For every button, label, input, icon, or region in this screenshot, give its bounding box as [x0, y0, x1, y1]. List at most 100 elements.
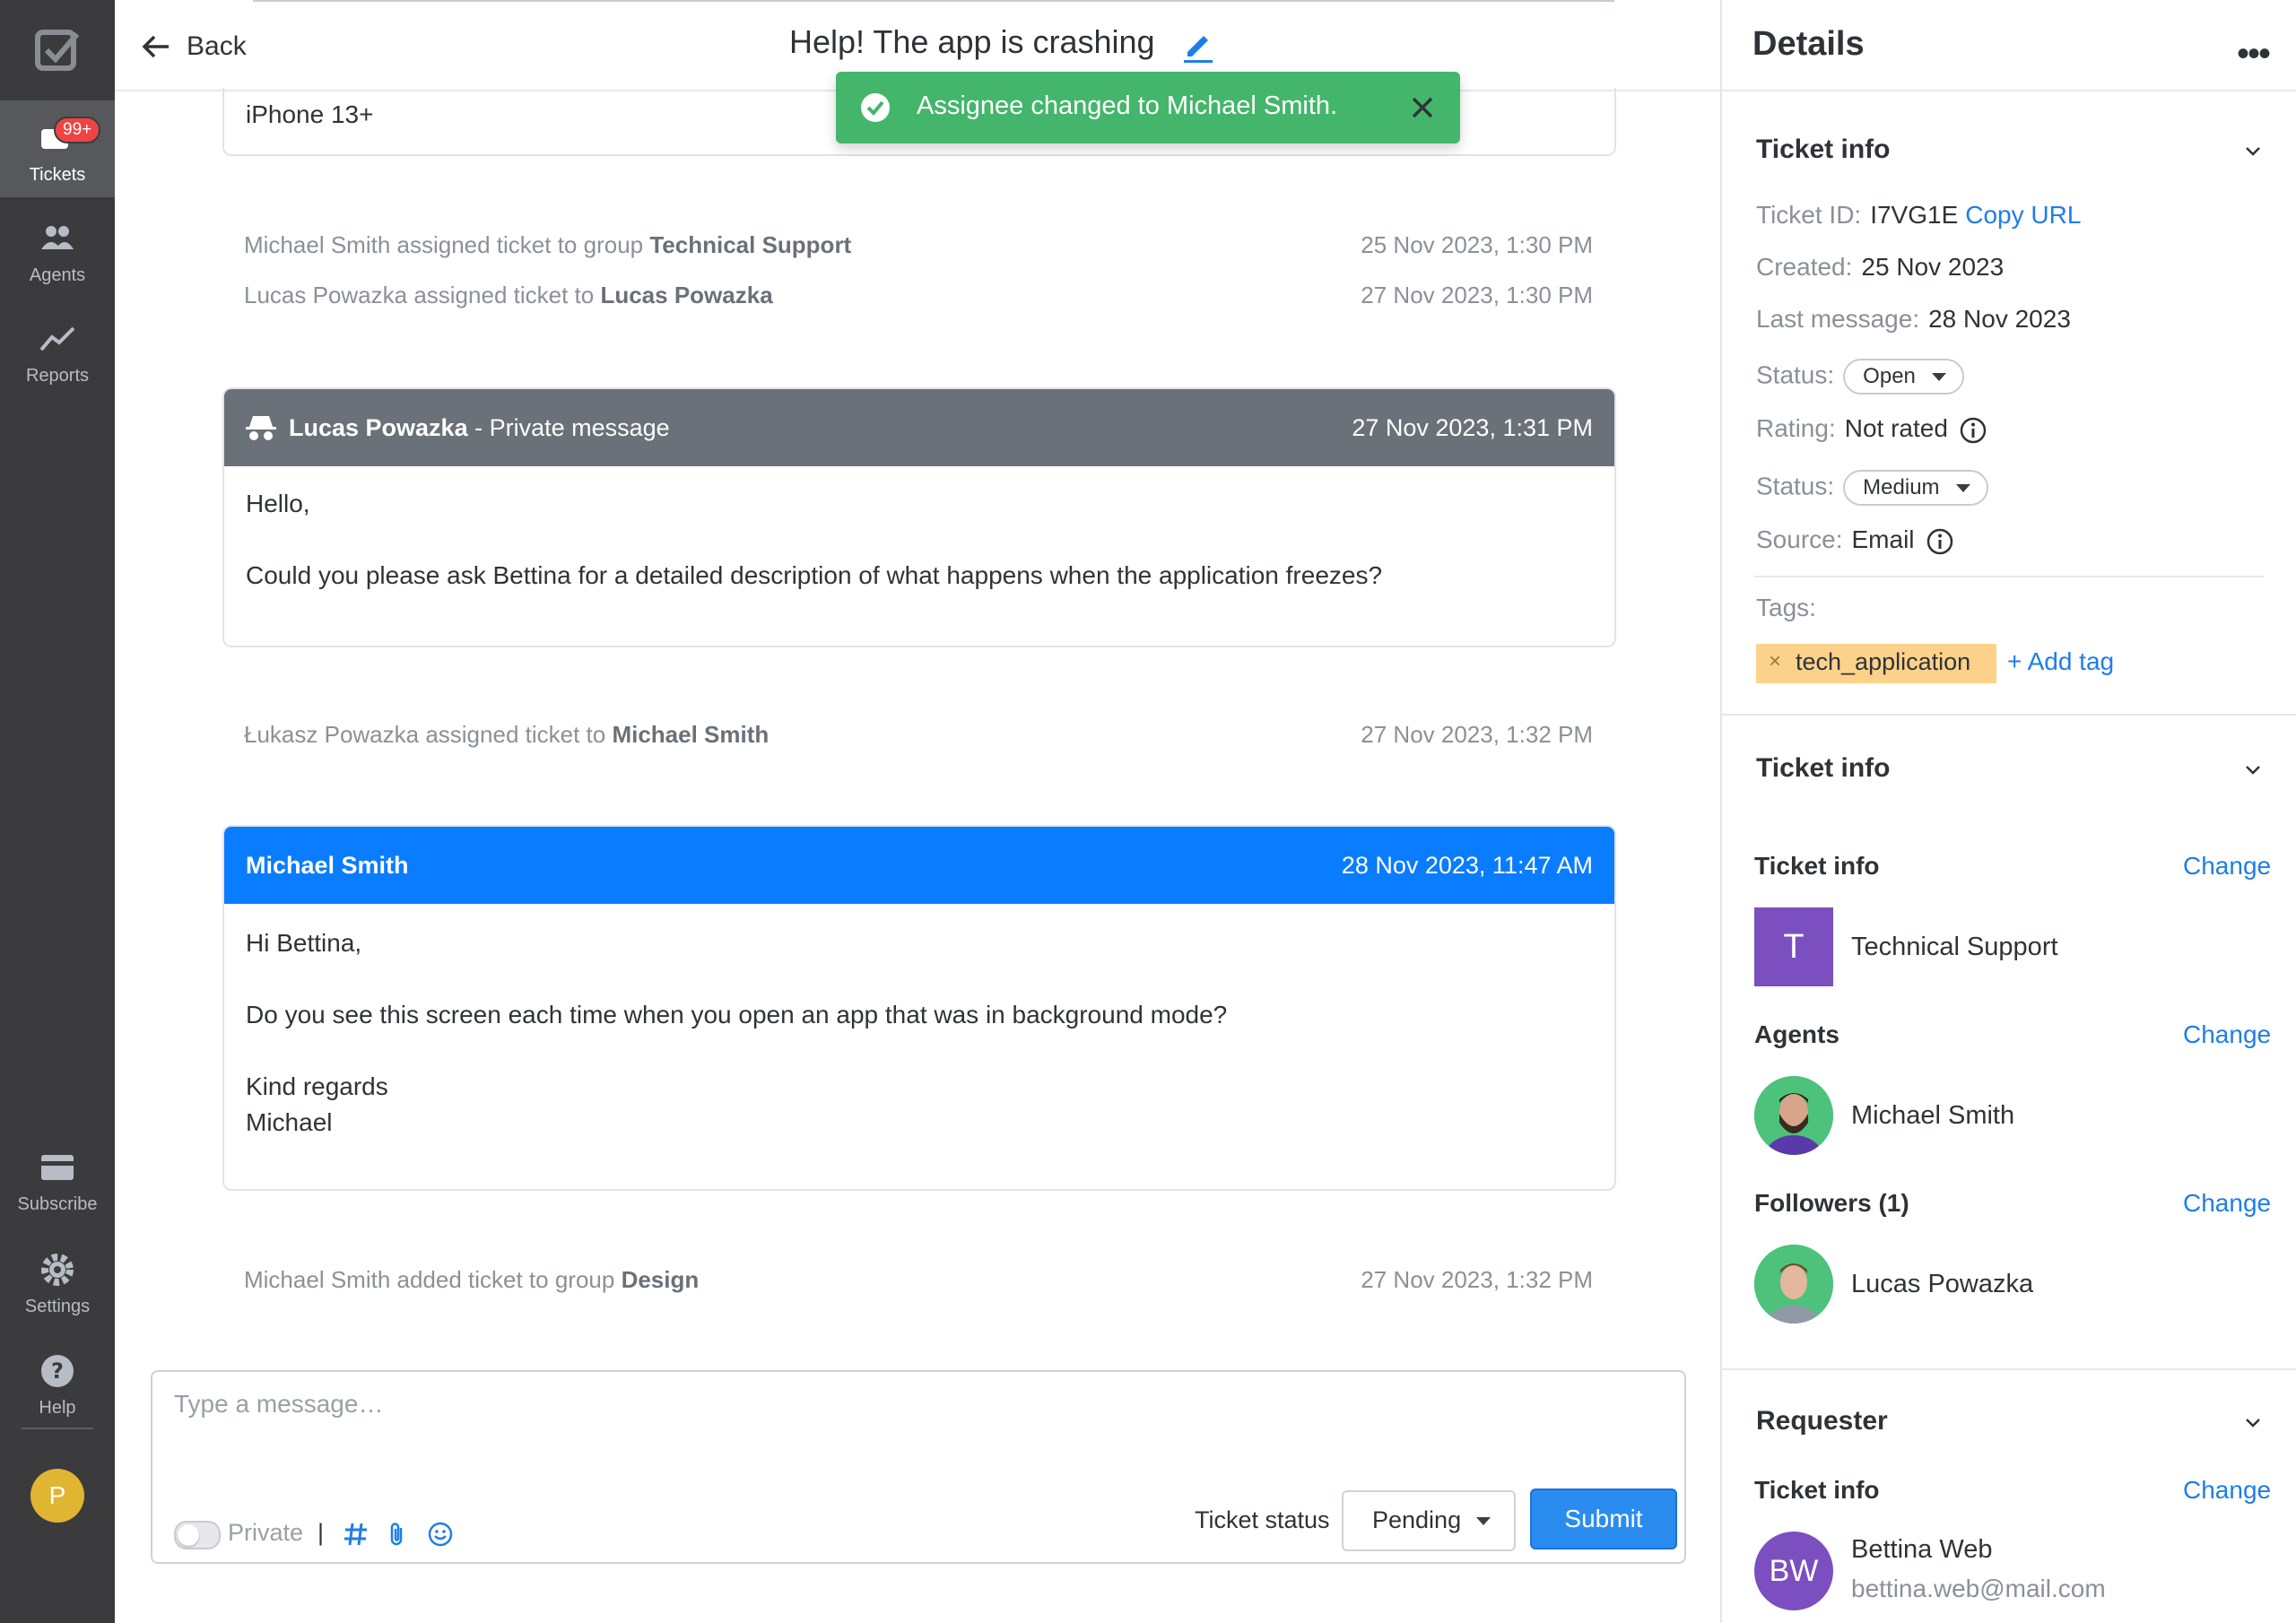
section-heading: Ticket info — [1756, 135, 1891, 164]
reply-message-card: Michael Smith 28 Nov 2023, 11:47 AM Hi B… — [222, 825, 1616, 1191]
sidebar-item-label: Help — [39, 1398, 76, 1418]
details-title: Details — [1752, 25, 1865, 63]
sidebar-item-reports[interactable]: Reports — [0, 301, 115, 398]
copy-url-link[interactable]: Copy URL — [1965, 201, 2081, 229]
agent-avatar[interactable] — [1754, 1076, 1833, 1155]
event-target: Lucas Powazka — [600, 282, 773, 308]
field-label: Ticket ID: — [1756, 201, 1862, 229]
info-icon[interactable] — [1926, 527, 1954, 556]
edit-icon[interactable] — [1180, 27, 1216, 63]
follower-avatar[interactable] — [1754, 1245, 1833, 1324]
toolbar-separator: | — [317, 1519, 325, 1546]
activity-event: Michael Smith assigned ticket to group T… — [244, 231, 1593, 264]
message-time: 27 Nov 2023, 1:31 PM — [1352, 414, 1593, 441]
sidebar-item-subscribe[interactable]: Subscribe — [0, 1130, 115, 1227]
tickets-count-badge: 99+ — [54, 117, 101, 143]
attachment-icon[interactable] — [384, 1521, 411, 1548]
status-row: Status: Open — [1756, 359, 1964, 395]
section-heading: Requester — [1756, 1406, 1888, 1436]
message-line: Kind regards — [246, 1072, 388, 1100]
followers-heading: Followers (1) — [1754, 1189, 1909, 1217]
sidebar-item-label: Settings — [24, 1297, 91, 1316]
status-value: Open — [1863, 364, 1916, 388]
change-followers-link[interactable]: Change — [2183, 1189, 2271, 1218]
arrow-left-icon — [142, 35, 169, 58]
agent-photo — [1754, 1076, 1833, 1155]
toast-message: Assignee changed to Michael Smith. — [917, 91, 1338, 120]
app-logo-icon[interactable] — [32, 25, 83, 75]
user-avatar[interactable]: P — [30, 1469, 84, 1523]
reports-icon — [39, 326, 75, 352]
activity-event: Łukasz Powazka assigned ticket to Michae… — [244, 721, 1593, 753]
message-body: Hi Bettina, Do you see this screen each … — [224, 904, 1614, 1160]
rating-value: Not rated — [1844, 414, 1948, 442]
svg-text:?: ? — [51, 1358, 64, 1384]
change-agents-link[interactable]: Change — [2183, 1020, 2271, 1049]
field-label: Created: — [1756, 253, 1853, 281]
priority-value: Medium — [1863, 475, 1940, 499]
submit-button[interactable]: Submit — [1530, 1488, 1677, 1549]
requester-avatar[interactable]: BW — [1754, 1532, 1833, 1610]
message-line: Could you please ask Bettina for a detai… — [246, 561, 1383, 589]
event-target: Design — [621, 1266, 700, 1293]
message-composer[interactable]: Type a message… Private | Ticket status … — [151, 1370, 1686, 1564]
ticket-title: Help! The app is crashing — [789, 23, 1155, 60]
message-author: Michael Smith — [246, 852, 409, 879]
private-label: Private — [228, 1519, 304, 1546]
activity-event: Lucas Powazka assigned ticket to Lucas P… — [244, 282, 1593, 314]
chevron-down-icon[interactable] — [2242, 759, 2264, 780]
divider — [1722, 1368, 2296, 1370]
event-target: Michael Smith — [612, 721, 770, 748]
follower-photo — [1754, 1245, 1833, 1324]
info-icon[interactable] — [1959, 416, 1987, 445]
chevron-down-icon[interactable] — [2242, 140, 2264, 161]
last-message-date: 28 Nov 2023 — [1928, 305, 2071, 333]
change-requester-link[interactable]: Change — [2183, 1476, 2271, 1505]
tags-label: Tags: — [1756, 594, 1816, 621]
event-time: 27 Nov 2023, 1:32 PM — [1361, 721, 1593, 748]
message-line: Hello, — [246, 490, 310, 517]
private-message-card: Lucas Powazka - Private message 27 Nov 2… — [222, 387, 1616, 647]
ticket-id: I7VG1E — [1870, 201, 1959, 229]
group-heading: Ticket info — [1754, 852, 1880, 880]
event-time: 27 Nov 2023, 1:32 PM — [1361, 1266, 1593, 1293]
requester-email: bettina.web@mail.com — [1851, 1575, 2106, 1602]
hashtag-icon[interactable] — [343, 1521, 370, 1548]
status-select[interactable]: Open — [1843, 359, 1964, 395]
sidebar-item-tickets[interactable]: 99+ Tickets — [0, 100, 115, 197]
tag-label: tech_application — [1796, 648, 1971, 675]
gear-icon — [41, 1254, 74, 1286]
sidebar-item-help[interactable]: ? Help — [0, 1333, 115, 1430]
ticket-id-row: Ticket ID: I7VG1E Copy URL — [1756, 201, 2081, 230]
event-text: Lucas Powazka assigned ticket to — [244, 282, 601, 308]
sidebar-item-label: Agents — [29, 265, 86, 285]
more-options-icon[interactable]: ••• — [2237, 34, 2271, 74]
back-label: Back — [187, 31, 247, 61]
priority-select[interactable]: Medium — [1843, 470, 1988, 506]
chevron-down-icon — [1931, 373, 1946, 381]
sidebar-item-agents[interactable]: Agents — [0, 201, 115, 298]
success-toast: Assignee changed to Michael Smith. — [836, 72, 1460, 143]
change-group-link[interactable]: Change — [2183, 852, 2271, 881]
message-input[interactable]: Type a message… — [174, 1390, 383, 1419]
remove-tag-icon[interactable]: × — [1769, 649, 1781, 674]
ticket-status-select[interactable]: Pending — [1342, 1490, 1516, 1551]
close-icon[interactable] — [1406, 91, 1439, 124]
private-toggle[interactable] — [174, 1521, 221, 1549]
field-label: Rating: — [1756, 414, 1836, 442]
tag-chip[interactable]: × tech_application — [1756, 644, 1996, 683]
emoji-icon[interactable] — [427, 1521, 454, 1548]
requester-name: Bettina Web — [1851, 1535, 1993, 1564]
message-type: - Private message — [467, 414, 670, 441]
chevron-down-icon[interactable] — [2242, 1411, 2264, 1433]
requester-subheading: Ticket info — [1754, 1476, 1880, 1504]
rating-row: Rating: Not rated — [1756, 414, 1987, 445]
sidebar-item-settings[interactable]: Settings — [0, 1232, 115, 1329]
activity-event: Michael Smith added ticket to group Desi… — [244, 1266, 1593, 1298]
agent-name: Michael Smith — [1851, 1101, 2015, 1130]
add-tag-link[interactable]: + Add tag — [2007, 647, 2114, 676]
priority-row: Status: Medium — [1756, 470, 1988, 506]
message-line: Hi Bettina, — [246, 929, 362, 957]
back-button[interactable]: Back — [140, 27, 247, 66]
event-text: Łukasz Powazka assigned ticket to — [244, 721, 613, 748]
